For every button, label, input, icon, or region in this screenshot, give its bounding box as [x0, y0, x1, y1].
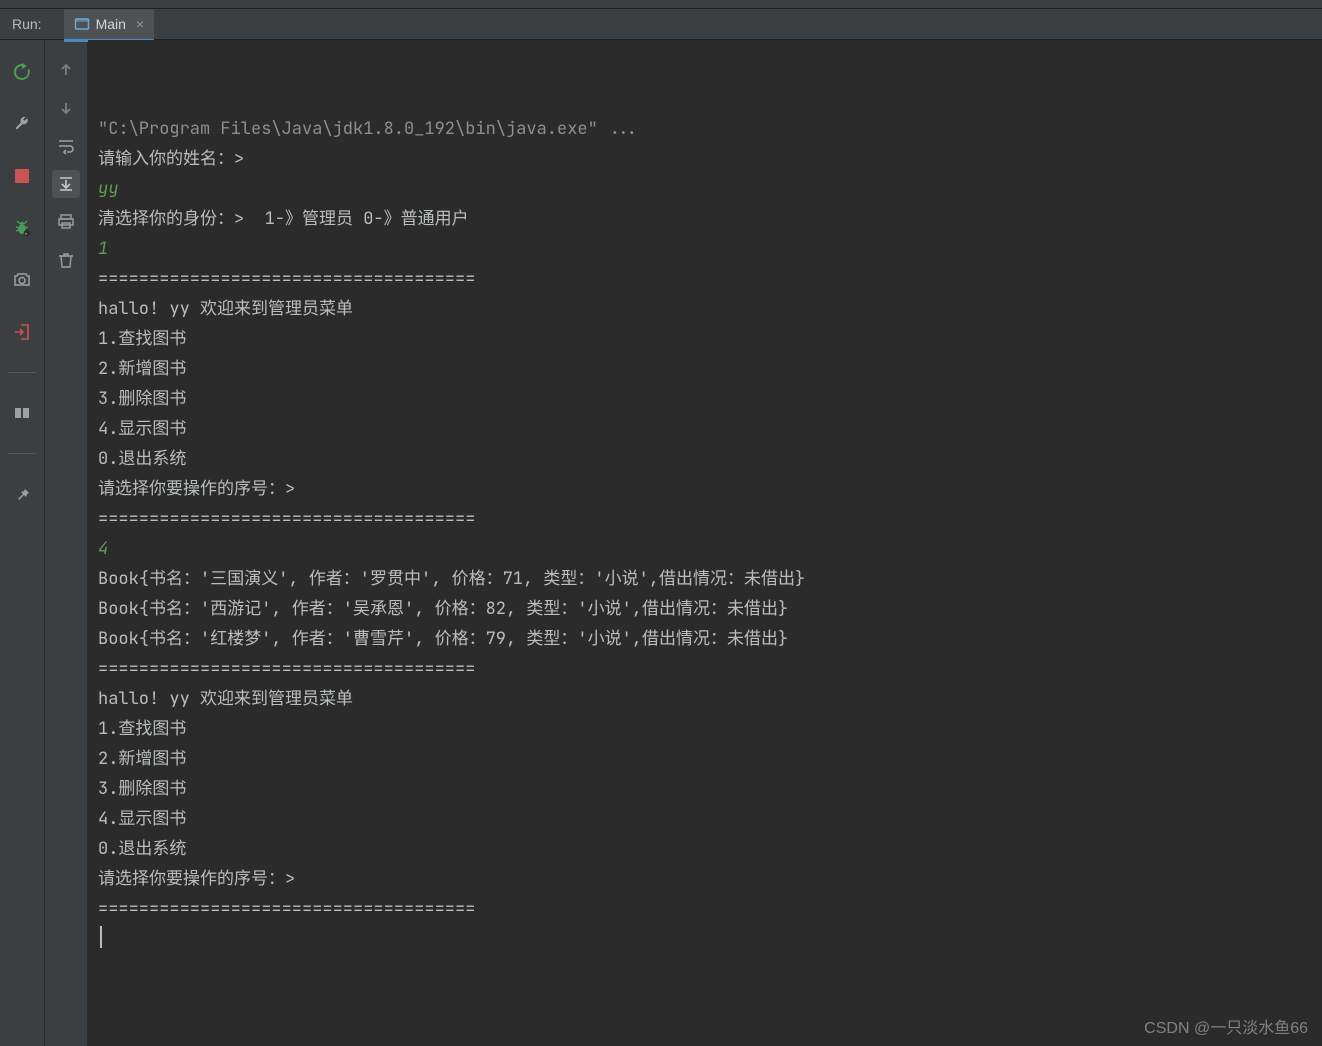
tab-label: Main: [96, 16, 126, 32]
console-line: 1: [98, 234, 1312, 264]
debug-button[interactable]: [8, 214, 36, 242]
scroll-down-button[interactable]: [52, 94, 80, 122]
layout-button[interactable]: [8, 399, 36, 427]
soft-wrap-button[interactable]: [52, 132, 80, 160]
wrench-button[interactable]: [8, 110, 36, 138]
scroll-up-button[interactable]: [52, 56, 80, 84]
separator: [8, 372, 36, 373]
console-line: hallo! yy 欢迎来到管理员菜单: [98, 294, 1312, 324]
run-label: Run:: [0, 16, 64, 32]
console-line: =====================================: [98, 894, 1312, 924]
console-line: Book{书名：'西游记', 作者：'吴承恩', 价格：82, 类型：'小说',…: [98, 594, 1312, 624]
console-output[interactable]: "C:\Program Files\Java\jdk1.8.0_192\bin\…: [88, 40, 1322, 1046]
console-line: 4.显示图书: [98, 414, 1312, 444]
console-line: 1.查找图书: [98, 324, 1312, 354]
rerun-button[interactable]: [8, 58, 36, 86]
tab-main[interactable]: Main ×: [64, 9, 155, 42]
print-button[interactable]: [52, 208, 80, 236]
console-toolbar: [45, 40, 88, 1046]
watermark: CSDN @一只淡水鱼66: [1144, 1014, 1308, 1038]
console-line: 清选择你的身份：> 1-》管理员 0-》普通用户: [98, 204, 1312, 234]
console-line: 0.退出系统: [98, 444, 1312, 474]
console-line: =====================================: [98, 264, 1312, 294]
camera-button[interactable]: [8, 266, 36, 294]
caret-line[interactable]: [98, 924, 1312, 954]
run-tab-bar: Run: Main ×: [0, 9, 1322, 40]
console-line: 0.退出系统: [98, 834, 1312, 864]
run-toolbar-left: [0, 40, 45, 1046]
pin-button[interactable]: [8, 480, 36, 508]
console-line: Book{书名：'三国演义', 作者：'罗贯中', 价格：71, 类型：'小说'…: [98, 564, 1312, 594]
exit-button[interactable]: [8, 318, 36, 346]
console-line: 2.新增图书: [98, 354, 1312, 384]
body-row: "C:\Program Files\Java\jdk1.8.0_192\bin\…: [0, 40, 1322, 1046]
console-line: 4: [98, 534, 1312, 564]
console-line: Book{书名：'红楼梦', 作者：'曹雪芹', 价格：79, 类型：'小说',…: [98, 624, 1312, 654]
clear-button[interactable]: [52, 246, 80, 274]
close-icon[interactable]: ×: [132, 16, 144, 32]
scroll-to-end-button[interactable]: [52, 170, 80, 198]
console-line: yy: [98, 174, 1312, 204]
console-line: 请选择你要操作的序号：>: [98, 864, 1312, 894]
console-line: 4.显示图书: [98, 804, 1312, 834]
console-line: hallo! yy 欢迎来到管理员菜单: [98, 684, 1312, 714]
stop-button[interactable]: [8, 162, 36, 190]
console-line: =====================================: [98, 654, 1312, 684]
console-line: 2.新增图书: [98, 744, 1312, 774]
input-caret: [100, 926, 102, 948]
console-line: "C:\Program Files\Java\jdk1.8.0_192\bin\…: [98, 114, 1312, 144]
run-config-icon: [74, 16, 90, 32]
top-strip: [0, 0, 1322, 9]
console-line: 3.删除图书: [98, 384, 1312, 414]
console-line: 请输入你的姓名：>: [98, 144, 1312, 174]
separator: [8, 453, 36, 454]
console-line: 请选择你要操作的序号：>: [98, 474, 1312, 504]
console-line: 3.删除图书: [98, 774, 1312, 804]
console-line: =====================================: [98, 504, 1312, 534]
console-line: 1.查找图书: [98, 714, 1312, 744]
